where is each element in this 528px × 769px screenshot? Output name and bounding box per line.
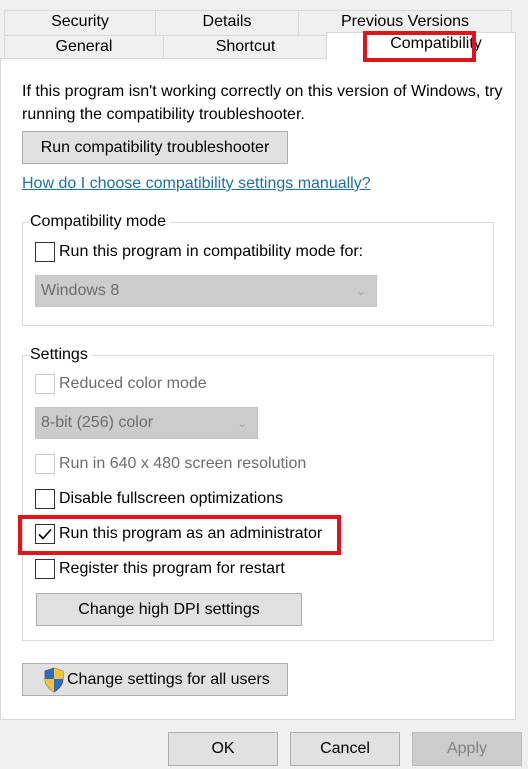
- tab-general[interactable]: General: [4, 35, 164, 60]
- compat-mode-checkbox-row[interactable]: Run this program in compatibility mode f…: [35, 242, 363, 262]
- chevron-down-icon: ⌄: [355, 284, 366, 298]
- run-as-admin-checkbox[interactable]: [35, 524, 55, 544]
- change-all-users-label: Change settings for all users: [67, 670, 270, 688]
- help-link[interactable]: How do I choose compatibility settings m…: [22, 175, 371, 193]
- res-640-label: Run in 640 x 480 screen resolution: [59, 455, 307, 472]
- reduced-color-checkbox[interactable]: [35, 374, 55, 394]
- disable-fullscreen-checkbox[interactable]: [35, 489, 55, 509]
- windows-version-select[interactable]: Windows 8 ⌄: [35, 275, 377, 307]
- cancel-button[interactable]: Cancel: [290, 732, 400, 766]
- checkmark-icon: [38, 528, 52, 540]
- res-640-checkbox[interactable]: [35, 454, 55, 474]
- tab-security[interactable]: Security: [4, 10, 156, 36]
- compat-mode-checkbox[interactable]: [35, 242, 55, 262]
- color-depth-select[interactable]: 8-bit (256) color ⌄: [35, 407, 258, 439]
- change-all-users-button[interactable]: Change settings for all users: [22, 663, 288, 696]
- windows-version-value: Windows 8: [41, 282, 120, 299]
- tab-details[interactable]: Details: [155, 10, 299, 36]
- compat-mode-checkbox-label: Run this program in compatibility mode f…: [59, 243, 364, 260]
- change-dpi-button[interactable]: Change high DPI settings: [36, 593, 302, 626]
- intro-text: If this program isn't working correctly …: [22, 83, 503, 123]
- run-troubleshooter-button[interactable]: Run compatibility troubleshooter: [22, 131, 288, 164]
- register-restart-row[interactable]: Register this program for restart: [35, 559, 285, 579]
- register-restart-label: Register this program for restart: [59, 560, 285, 577]
- reduced-color-row[interactable]: Reduced color mode: [35, 374, 207, 394]
- tab-shortcut[interactable]: Shortcut: [163, 35, 328, 60]
- res-640-row[interactable]: Run in 640 x 480 screen resolution: [35, 454, 306, 474]
- compatibility-mode-group: [22, 222, 494, 326]
- disable-fullscreen-row[interactable]: Disable fullscreen optimizations: [35, 489, 283, 509]
- reduced-color-label: Reduced color mode: [59, 375, 207, 392]
- run-as-admin-label: Run this program as an administrator: [59, 525, 323, 542]
- compatibility-mode-label: Compatibility mode: [30, 213, 171, 231]
- color-depth-value: 8-bit (256) color: [41, 414, 154, 431]
- uac-shield-icon: [44, 667, 64, 692]
- settings-label: Settings: [30, 346, 92, 364]
- chevron-down-icon: ⌄: [236, 416, 247, 430]
- register-restart-checkbox[interactable]: [35, 559, 55, 579]
- apply-button[interactable]: Apply: [412, 732, 522, 766]
- ok-button[interactable]: OK: [168, 732, 278, 766]
- run-as-admin-row[interactable]: Run this program as an administrator: [35, 524, 322, 544]
- disable-fullscreen-label: Disable fullscreen optimizations: [59, 490, 284, 507]
- tab-compatibility[interactable]: Compatibility: [326, 32, 516, 60]
